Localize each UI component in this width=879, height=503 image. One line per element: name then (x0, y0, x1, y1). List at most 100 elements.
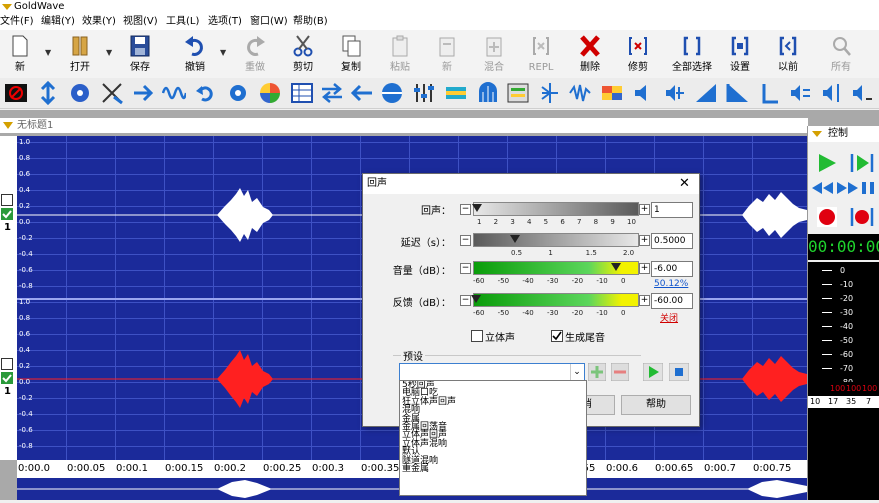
preview-stop-icon[interactable] (669, 363, 689, 381)
volume-percent-link[interactable]: 50.12% (654, 279, 688, 289)
preset-list-item[interactable]: 混响 (400, 405, 586, 414)
preset-list-item[interactable]: 立体声混响 (400, 439, 586, 448)
feedback-decrease-button[interactable]: − (460, 295, 471, 306)
feedback-off-link[interactable]: 关闭 (660, 311, 678, 324)
open-dropdown-arrow-icon[interactable]: ▼ (106, 48, 114, 57)
arrow-left-icon[interactable] (350, 81, 374, 105)
channel-right-toggle[interactable] (1, 358, 13, 370)
add-preset-icon[interactable] (588, 363, 606, 381)
spectrum-bar-icon[interactable] (444, 81, 468, 105)
mixer-panel-icon[interactable] (506, 81, 530, 105)
delay-slider[interactable] (473, 233, 639, 247)
feedback-increase-button[interactable]: + (639, 295, 650, 306)
fade-out-icon[interactable] (726, 81, 750, 105)
cut-button[interactable]: 剪切 (283, 32, 323, 76)
save-button[interactable]: 保存 (120, 32, 160, 76)
delete-button[interactable]: 删除 (570, 32, 610, 76)
marker-bracket-icon[interactable] (758, 81, 782, 105)
menu-edit[interactable]: 编辑(Y) (41, 14, 75, 30)
echo-increase-button[interactable]: + (639, 204, 650, 215)
play-icon[interactable] (816, 152, 838, 174)
equalizer-table-icon[interactable] (290, 81, 314, 105)
arch-filter-icon[interactable] (476, 81, 500, 105)
record-icon[interactable] (816, 206, 838, 228)
preview-play-icon[interactable] (643, 363, 663, 381)
delay-decrease-button[interactable]: − (460, 235, 471, 246)
volume-slider-thumb[interactable] (611, 263, 621, 271)
record-selection-icon[interactable] (850, 206, 874, 228)
sliders-icon[interactable] (412, 81, 436, 105)
menu-options[interactable]: 选项(T) (208, 14, 242, 30)
chevron-down-icon[interactable]: ⌄ (570, 364, 583, 380)
redo-button[interactable]: 重做 (235, 32, 275, 76)
volume-down-icon[interactable] (850, 81, 874, 105)
stop-sign-icon[interactable] (4, 81, 28, 105)
echo-decrease-button[interactable]: − (460, 204, 471, 215)
mix-button[interactable]: 混合 (474, 32, 514, 76)
menu-help[interactable]: 帮助(B) (293, 14, 328, 30)
undo-button[interactable]: 撤销 (175, 32, 215, 76)
volume-increase-button[interactable]: + (639, 263, 650, 274)
stereo-checkbox[interactable] (471, 330, 483, 342)
wave-icon[interactable] (162, 81, 186, 105)
channel-left-check-icon[interactable] (1, 208, 13, 220)
undo-dropdown-arrow-icon[interactable]: ▼ (220, 48, 228, 57)
cd-icon[interactable] (68, 81, 92, 105)
menu-view[interactable]: 视图(V) (123, 14, 158, 30)
new-button[interactable]: 新 (0, 32, 40, 76)
volume-arrows-icon[interactable] (662, 81, 686, 105)
speaker-icon[interactable] (632, 81, 656, 105)
menu-window[interactable]: 窗口(W) (250, 14, 288, 30)
delay-slider-thumb[interactable] (510, 235, 520, 243)
pause-icon[interactable] (860, 181, 878, 195)
channel-left-toggle[interactable] (1, 194, 13, 206)
rewind-icon[interactable] (810, 181, 834, 195)
zoom-all-button[interactable]: 所有 (821, 32, 861, 76)
menu-effects[interactable]: 效果(Y) (82, 14, 116, 30)
play-selection-icon[interactable] (850, 152, 874, 174)
echo-value-field[interactable]: 1 (651, 202, 693, 218)
preset-list-item[interactable]: 狂立体声回声 (400, 397, 586, 406)
wave-compress-icon[interactable] (568, 81, 592, 105)
channel-right-check-icon[interactable] (1, 372, 13, 384)
close-icon[interactable]: ✕ (679, 174, 690, 194)
fade-in-icon[interactable] (694, 81, 718, 105)
trim-button[interactable]: 修剪 (618, 32, 658, 76)
echo-slider[interactable] (473, 202, 639, 216)
delay-increase-button[interactable]: + (639, 235, 650, 246)
color-wheel-icon[interactable] (258, 81, 282, 105)
split-arrows-icon[interactable] (538, 81, 562, 105)
previous-selection-button[interactable]: 以前 (768, 32, 808, 76)
open-button[interactable]: 打开 (60, 32, 100, 76)
menu-file[interactable]: 文件(F) (0, 14, 34, 30)
set-selection-button[interactable]: 设置 (720, 32, 760, 76)
volume-decrease-button[interactable]: − (460, 263, 471, 274)
feedback-slider[interactable] (473, 293, 639, 307)
cross-fade-icon[interactable] (100, 81, 124, 105)
volume-shape-icon[interactable] (788, 81, 812, 105)
tail-checkbox[interactable] (551, 330, 563, 342)
swap-arrows-icon[interactable] (320, 81, 344, 105)
menu-tools[interactable]: 工具(L) (166, 14, 199, 30)
paste-new-button[interactable]: 新 (427, 32, 467, 76)
replace-button[interactable]: REPL (521, 32, 561, 76)
offset-circle-icon[interactable] (380, 81, 404, 105)
remove-preset-icon[interactable] (611, 363, 629, 381)
feedback-slider-thumb[interactable] (471, 295, 481, 303)
feedback-value-field[interactable]: -60.00 (651, 293, 693, 309)
fast-forward-icon[interactable] (836, 181, 860, 195)
expand-vertical-icon[interactable] (36, 81, 60, 105)
delay-value-field[interactable]: 0.5000 (651, 233, 693, 249)
copy-button[interactable]: 复制 (331, 32, 371, 76)
paste-button[interactable]: 粘贴 (380, 32, 420, 76)
color-grid-icon[interactable] (600, 81, 624, 105)
help-button[interactable]: 帮助 (621, 395, 691, 415)
gear-effect-icon[interactable] (226, 81, 250, 105)
preset-combobox[interactable]: ⌄ (399, 363, 585, 381)
volume-value-field[interactable]: -6.00 (651, 261, 693, 277)
preset-dropdown-list[interactable]: 5秒回声 电脑口吃 狂立体声回声 混响 金属 金属回荡音 立体声回声 立体声混响 默认 隧道混响重… (399, 380, 587, 496)
select-all-button[interactable]: 全部选择 (672, 32, 712, 76)
arrow-right-icon[interactable] (132, 81, 156, 105)
loop-back-icon[interactable] (194, 81, 218, 105)
volume-level-icon[interactable] (820, 81, 844, 105)
